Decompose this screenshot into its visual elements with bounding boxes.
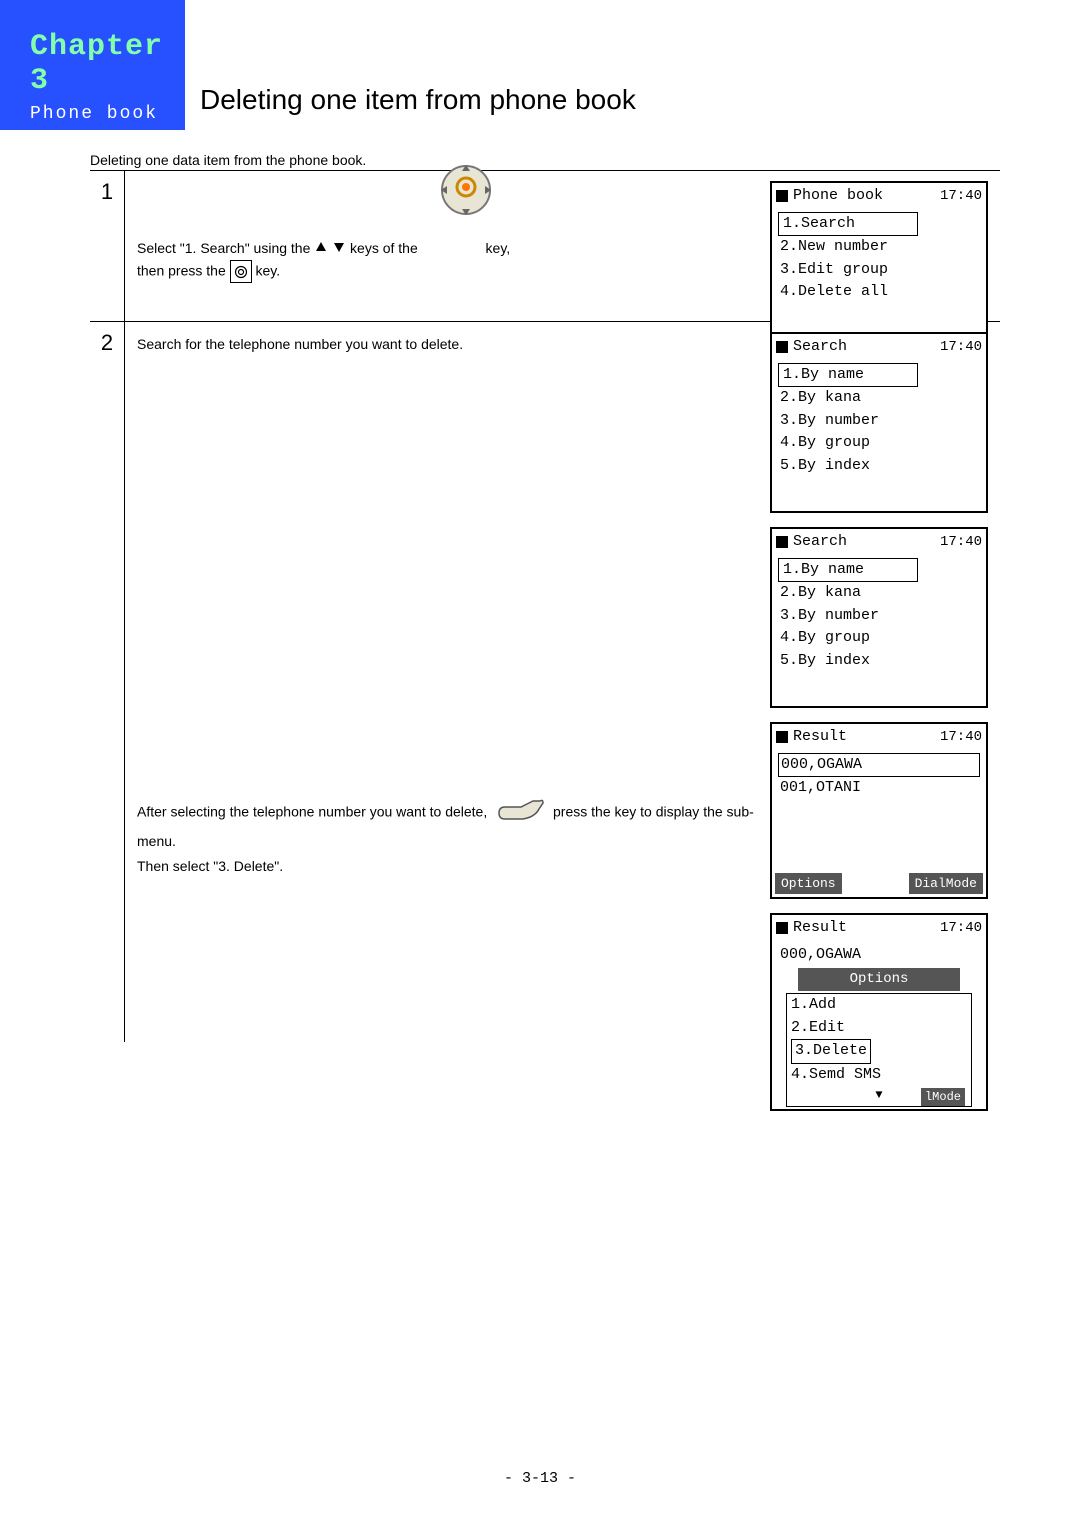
down-arrow-icon	[332, 239, 346, 260]
screen-result-1: Result 17:40 000,OGAWA 001,OTANI Options…	[770, 722, 988, 899]
popup-item-selected: 3.Delete	[791, 1039, 871, 1064]
list-item: 1.Search	[778, 212, 918, 237]
popup-title: Options	[798, 968, 960, 991]
screen-search-2: Search 17:40 1.By name 2.By kana 3.By nu…	[770, 527, 988, 708]
list-item: 001,OTANI	[778, 777, 980, 800]
step-1-body: Phone book 17:40 1.Search 2.New number 3…	[125, 171, 1000, 321]
step1-text-e: key.	[256, 262, 281, 278]
circle-key-icon	[230, 260, 252, 284]
list-item: 4.Delete all	[778, 281, 980, 304]
screen-search-1: Search 17:40 1.By name 2.By kana 3.By nu…	[770, 332, 988, 513]
list-item: 000,OGAWA	[778, 753, 980, 778]
softkey-dialmode: DialMode	[909, 873, 983, 895]
list-item: 3.By number	[778, 410, 980, 433]
screen-time: 17:40	[940, 186, 982, 207]
step2-text-d: Then select "3. Delete".	[137, 856, 760, 877]
square-icon	[776, 190, 788, 202]
screen-title: Search	[793, 336, 940, 359]
step1-text-b: keys of the	[350, 240, 418, 256]
step-1-row: 1 Phone book 17:40 1.Search 2.New number…	[90, 171, 1000, 322]
screen-time: 17:40	[940, 727, 982, 748]
step-2-row: 2 Search 17:40 1.By name 2.By kana 3.By …	[90, 322, 1000, 1042]
screen-time: 17:40	[940, 532, 982, 553]
list-item: 000,OGAWA	[778, 944, 980, 967]
popup-item: 4.Semd SMS	[791, 1064, 967, 1087]
screen-title: Phone book	[793, 185, 940, 208]
screen-title: Search	[793, 531, 940, 554]
screen-time: 17:40	[940, 918, 982, 939]
list-item: 3.Edit group	[778, 259, 980, 282]
list-item: 4.By group	[778, 627, 980, 650]
step1-text-d: then press the	[137, 262, 226, 278]
screen-time: 17:40	[940, 337, 982, 358]
intro-text: Deleting one data item from the phone bo…	[90, 152, 366, 168]
list-item: 2.New number	[778, 236, 980, 259]
chapter-header: Chapter 3 Phone book	[0, 0, 185, 130]
step2-text-b: After selecting the telephone number you…	[137, 804, 487, 820]
square-icon	[776, 536, 788, 548]
list-item: 4.By group	[778, 432, 980, 455]
step-2-number: 2	[90, 322, 125, 1042]
list-item: 3.By number	[778, 605, 980, 628]
page-number: - 3-13 -	[0, 1470, 1080, 1487]
square-icon	[776, 341, 788, 353]
joystick-icon	[437, 161, 495, 225]
step-1-number: 1	[90, 171, 125, 321]
list-item: 5.By index	[778, 455, 980, 478]
steps-table: 1 Phone book 17:40 1.Search 2.New number…	[90, 170, 1000, 1042]
screen-result-2: Result 17:40 000,OGAWA Options 1.Add 2.E…	[770, 913, 988, 1111]
list-item: 1.By name	[778, 558, 918, 583]
screen-title: Result	[793, 917, 940, 940]
list-item: 5.By index	[778, 650, 980, 673]
list-item: 2.By kana	[778, 387, 980, 410]
screen-title: Result	[793, 726, 940, 749]
chapter-number: Chapter 3	[30, 30, 173, 98]
list-item: 2.By kana	[778, 582, 980, 605]
finger-icon	[495, 795, 545, 831]
list-item: 1.By name	[778, 363, 918, 388]
square-icon	[776, 731, 788, 743]
softkey-lmode: lMode	[921, 1088, 965, 1106]
softkey-options: Options	[775, 873, 842, 895]
popup-item: 2.Edit	[791, 1017, 967, 1040]
step-2-body: Search 17:40 1.By name 2.By kana 3.By nu…	[125, 322, 1000, 1042]
page-title: Deleting one item from phone book	[200, 84, 636, 116]
popup-item: 1.Add	[791, 994, 967, 1017]
chapter-subtitle: Phone book	[30, 104, 173, 124]
step2-text-a: Search for the telephone number you want…	[137, 334, 760, 355]
step1-text-c: key,	[486, 240, 511, 256]
step1-text-a: Select "1. Search" using the	[137, 240, 310, 256]
popup-items: 1.Add 2.Edit 3.Delete 4.Semd SMS ▼ lMode	[786, 993, 972, 1107]
step-2-screens: Search 17:40 1.By name 2.By kana 3.By nu…	[770, 332, 1000, 1125]
square-icon	[776, 922, 788, 934]
up-arrow-icon	[314, 239, 328, 260]
